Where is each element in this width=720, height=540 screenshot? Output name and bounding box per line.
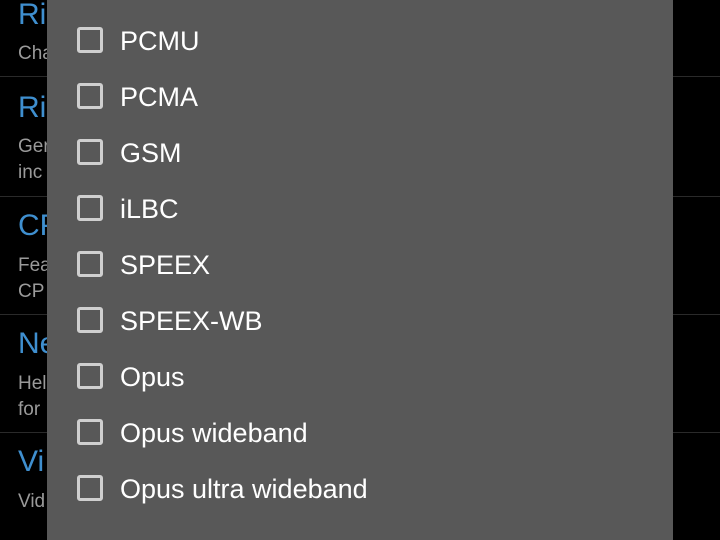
checkbox[interactable] bbox=[77, 307, 103, 333]
codec-option-label: Opus bbox=[120, 362, 185, 392]
codec-option-label: SPEEX-WB bbox=[120, 306, 263, 336]
checkbox[interactable] bbox=[77, 139, 103, 165]
codec-option-opus[interactable]: Opus bbox=[47, 351, 673, 407]
settings-item-summary: Vid bbox=[18, 491, 46, 512]
checkbox[interactable] bbox=[77, 419, 103, 445]
codec-option-opus-ultra-wideband[interactable]: Opus ultra wideband bbox=[47, 463, 673, 519]
codec-select-dialog: PCMU PCMA GSM iLBC SPEEX SPEEX-WB Opus O… bbox=[47, 0, 673, 540]
codec-option-opus-wideband[interactable]: Opus wideband bbox=[47, 407, 673, 463]
codec-option-speex-wb[interactable]: SPEEX-WB bbox=[47, 295, 673, 351]
codec-option-gsm[interactable]: GSM bbox=[47, 127, 673, 183]
codec-option-label: iLBC bbox=[120, 194, 179, 224]
checkbox[interactable] bbox=[77, 251, 103, 277]
codec-option-label: PCMA bbox=[120, 82, 199, 112]
codec-option-ilbc[interactable]: iLBC bbox=[47, 183, 673, 239]
settings-item-summary-line2: inc bbox=[18, 162, 43, 183]
checkbox[interactable] bbox=[77, 195, 103, 221]
codec-option-pcma[interactable]: PCMA bbox=[47, 71, 673, 127]
checkbox[interactable] bbox=[77, 475, 103, 501]
settings-item-summary-line1: Fea bbox=[18, 255, 51, 276]
settings-item-summary-line2: for bbox=[18, 399, 41, 420]
codec-option-label: SPEEX bbox=[120, 250, 211, 280]
settings-item-summary-line2: CP bbox=[18, 281, 45, 302]
checkbox[interactable] bbox=[77, 83, 103, 109]
codec-option-label: Opus wideband bbox=[120, 418, 308, 448]
settings-item-summary-line1: Hel bbox=[18, 373, 47, 394]
codec-option-label: Opus ultra wideband bbox=[120, 474, 368, 504]
settings-item-summary-line1: Ger bbox=[18, 136, 50, 157]
settings-item-title: Ri bbox=[18, 0, 47, 31]
checkbox[interactable] bbox=[77, 27, 103, 53]
settings-item-title: Vi bbox=[18, 445, 45, 478]
codec-option-pcmu[interactable]: PCMU bbox=[47, 15, 673, 71]
checkbox[interactable] bbox=[77, 363, 103, 389]
codec-option-label: GSM bbox=[120, 138, 182, 168]
settings-item-title: Ri bbox=[18, 91, 47, 124]
codec-option-label: PCMU bbox=[120, 26, 200, 56]
codec-option-speex[interactable]: SPEEX bbox=[47, 239, 673, 295]
